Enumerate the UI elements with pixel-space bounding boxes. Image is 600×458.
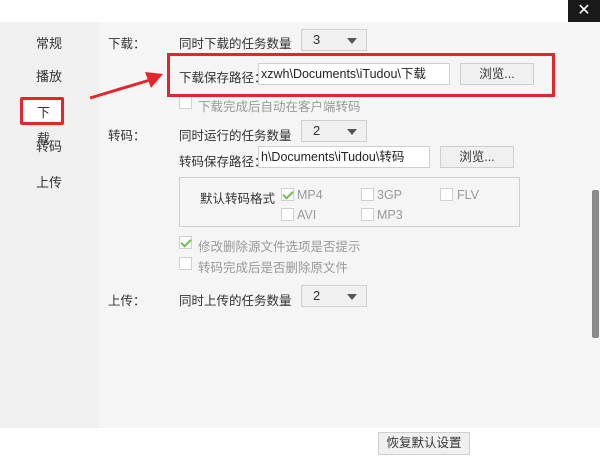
sidebar-item-general[interactable]: 常规 — [22, 32, 82, 56]
close-icon: ✕ — [577, 2, 591, 19]
chevron-down-icon — [347, 294, 357, 300]
format-avi-checkbox[interactable] — [281, 208, 294, 221]
download-path-highlight — [167, 53, 555, 97]
chevron-down-icon — [347, 129, 357, 135]
format-mp4-checkbox[interactable] — [281, 188, 294, 201]
format-mp4-label: MP4 — [297, 188, 323, 202]
download-concurrent-label: 同时下载的任务数量 — [179, 37, 292, 51]
scrollbar-thumb[interactable] — [592, 190, 599, 338]
close-button[interactable]: ✕ — [568, 0, 600, 22]
sidebar-item-transcode[interactable]: 转码 — [22, 135, 82, 159]
format-flv-checkbox[interactable] — [440, 188, 453, 201]
download-concurrent-value: 3 — [313, 32, 321, 47]
default-format-label: 默认转码格式 — [200, 192, 276, 206]
upload-section-label: 上传： — [108, 294, 146, 308]
upload-concurrent-value: 2 — [313, 288, 321, 303]
restore-defaults-button[interactable]: 恢复默认设置 — [378, 432, 470, 455]
vertical-scrollbar[interactable] — [591, 22, 600, 428]
download-concurrent-select[interactable]: 3 — [301, 29, 367, 51]
transcode-path-value: h\Documents\iTudou\转码 — [261, 150, 405, 164]
transcode-path-field[interactable]: h\Documents\iTudou\转码 — [258, 146, 430, 168]
transcode-concurrent-select[interactable]: 2 — [301, 120, 367, 142]
sidebar-item-download[interactable]: 下载 — [20, 97, 64, 146]
transcode-browse-button[interactable]: 浏览... — [440, 146, 514, 168]
format-avi-label: AVI — [297, 208, 317, 222]
format-3gp-checkbox[interactable] — [361, 188, 374, 201]
transcode-concurrent-label: 同时运行的任务数量 — [179, 129, 292, 143]
format-mp3-label: MP3 — [377, 208, 403, 222]
auto-transcode-checkbox[interactable] — [179, 96, 192, 109]
sidebar-item-upload[interactable]: 上传 — [22, 171, 82, 195]
prompt-delete-option-checkbox[interactable] — [179, 236, 192, 249]
upload-concurrent-label: 同时上传的任务数量 — [179, 294, 292, 308]
chevron-down-icon — [347, 38, 357, 44]
delete-source-label: 转码完成后是否删除原文件 — [198, 261, 349, 275]
prompt-delete-option-label: 修改删除源文件选项是否提示 — [198, 240, 361, 254]
delete-source-checkbox[interactable] — [179, 257, 192, 270]
auto-transcode-label: 下载完成后自动在客户端转码 — [198, 100, 361, 114]
download-section-label: 下载： — [108, 37, 146, 51]
format-3gp-label: 3GP — [377, 188, 403, 202]
settings-sidebar: 常规 播放 下载 转码 上传 — [0, 22, 99, 428]
transcode-section-label: 转码： — [108, 129, 146, 143]
format-flv-label: FLV — [457, 188, 479, 202]
transcode-path-label: 转码保存路径： — [179, 155, 267, 169]
upload-concurrent-select[interactable]: 2 — [301, 285, 367, 307]
title-bar: ✕ — [0, 0, 600, 22]
format-mp3-checkbox[interactable] — [361, 208, 374, 221]
sidebar-item-playback[interactable]: 播放 — [22, 65, 82, 89]
transcode-concurrent-value: 2 — [313, 123, 321, 138]
footer — [0, 428, 600, 458]
